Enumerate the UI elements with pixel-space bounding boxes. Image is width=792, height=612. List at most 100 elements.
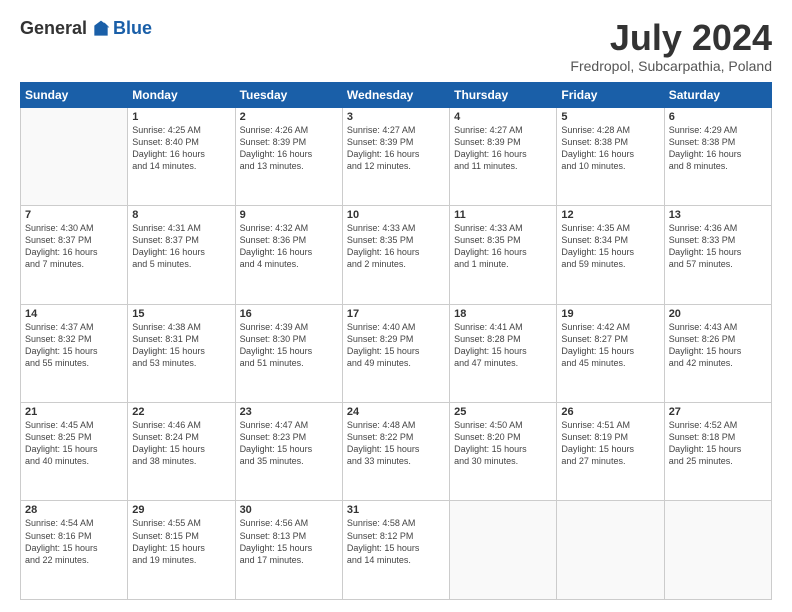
day-info: Sunrise: 4:51 AM Sunset: 8:19 PM Dayligh… [561,419,659,468]
day-number: 27 [669,406,767,418]
day-number: 22 [132,406,230,418]
day-info: Sunrise: 4:41 AM Sunset: 8:28 PM Dayligh… [454,321,552,370]
day-number: 28 [25,504,123,516]
table-row: 16Sunrise: 4:39 AM Sunset: 8:30 PM Dayli… [235,304,342,402]
table-row: 21Sunrise: 4:45 AM Sunset: 8:25 PM Dayli… [21,403,128,501]
day-number: 11 [454,209,552,221]
day-info: Sunrise: 4:27 AM Sunset: 8:39 PM Dayligh… [347,124,445,173]
table-row: 24Sunrise: 4:48 AM Sunset: 8:22 PM Dayli… [342,403,449,501]
day-info: Sunrise: 4:30 AM Sunset: 8:37 PM Dayligh… [25,222,123,271]
table-row: 30Sunrise: 4:56 AM Sunset: 8:13 PM Dayli… [235,501,342,600]
day-info: Sunrise: 4:25 AM Sunset: 8:40 PM Dayligh… [132,124,230,173]
table-row: 13Sunrise: 4:36 AM Sunset: 8:33 PM Dayli… [664,206,771,304]
table-row: 8Sunrise: 4:31 AM Sunset: 8:37 PM Daylig… [128,206,235,304]
table-row: 6Sunrise: 4:29 AM Sunset: 8:38 PM Daylig… [664,107,771,205]
day-info: Sunrise: 4:50 AM Sunset: 8:20 PM Dayligh… [454,419,552,468]
header-wednesday: Wednesday [342,82,449,107]
day-info: Sunrise: 4:29 AM Sunset: 8:38 PM Dayligh… [669,124,767,173]
day-number: 6 [669,111,767,123]
header-sunday: Sunday [21,82,128,107]
header-monday: Monday [128,82,235,107]
table-row: 3Sunrise: 4:27 AM Sunset: 8:39 PM Daylig… [342,107,449,205]
table-row: 28Sunrise: 4:54 AM Sunset: 8:16 PM Dayli… [21,501,128,600]
table-row: 12Sunrise: 4:35 AM Sunset: 8:34 PM Dayli… [557,206,664,304]
day-number: 13 [669,209,767,221]
table-row: 15Sunrise: 4:38 AM Sunset: 8:31 PM Dayli… [128,304,235,402]
day-info: Sunrise: 4:42 AM Sunset: 8:27 PM Dayligh… [561,321,659,370]
day-number: 16 [240,308,338,320]
day-number: 18 [454,308,552,320]
day-info: Sunrise: 4:37 AM Sunset: 8:32 PM Dayligh… [25,321,123,370]
day-info: Sunrise: 4:43 AM Sunset: 8:26 PM Dayligh… [669,321,767,370]
logo-icon [91,19,111,39]
table-row [450,501,557,600]
table-row: 31Sunrise: 4:58 AM Sunset: 8:12 PM Dayli… [342,501,449,600]
table-row [21,107,128,205]
table-row: 1Sunrise: 4:25 AM Sunset: 8:40 PM Daylig… [128,107,235,205]
day-number: 14 [25,308,123,320]
day-number: 25 [454,406,552,418]
table-row: 19Sunrise: 4:42 AM Sunset: 8:27 PM Dayli… [557,304,664,402]
day-info: Sunrise: 4:54 AM Sunset: 8:16 PM Dayligh… [25,517,123,566]
table-row: 7Sunrise: 4:30 AM Sunset: 8:37 PM Daylig… [21,206,128,304]
table-row: 22Sunrise: 4:46 AM Sunset: 8:24 PM Dayli… [128,403,235,501]
table-row: 27Sunrise: 4:52 AM Sunset: 8:18 PM Dayli… [664,403,771,501]
day-number: 19 [561,308,659,320]
day-info: Sunrise: 4:36 AM Sunset: 8:33 PM Dayligh… [669,222,767,271]
day-number: 24 [347,406,445,418]
header: General Blue July 2024 Fredropol, Subcar… [20,18,772,74]
day-info: Sunrise: 4:31 AM Sunset: 8:37 PM Dayligh… [132,222,230,271]
table-row: 14Sunrise: 4:37 AM Sunset: 8:32 PM Dayli… [21,304,128,402]
day-info: Sunrise: 4:38 AM Sunset: 8:31 PM Dayligh… [132,321,230,370]
header-thursday: Thursday [450,82,557,107]
weekday-header-row: Sunday Monday Tuesday Wednesday Thursday… [21,82,772,107]
header-saturday: Saturday [664,82,771,107]
day-info: Sunrise: 4:33 AM Sunset: 8:35 PM Dayligh… [347,222,445,271]
day-number: 15 [132,308,230,320]
day-info: Sunrise: 4:32 AM Sunset: 8:36 PM Dayligh… [240,222,338,271]
day-info: Sunrise: 4:45 AM Sunset: 8:25 PM Dayligh… [25,419,123,468]
day-info: Sunrise: 4:35 AM Sunset: 8:34 PM Dayligh… [561,222,659,271]
title-section: July 2024 Fredropol, Subcarpathia, Polan… [570,18,772,74]
day-number: 29 [132,504,230,516]
day-info: Sunrise: 4:46 AM Sunset: 8:24 PM Dayligh… [132,419,230,468]
month-title: July 2024 [570,18,772,58]
table-row: 18Sunrise: 4:41 AM Sunset: 8:28 PM Dayli… [450,304,557,402]
table-row: 23Sunrise: 4:47 AM Sunset: 8:23 PM Dayli… [235,403,342,501]
day-number: 17 [347,308,445,320]
day-info: Sunrise: 4:39 AM Sunset: 8:30 PM Dayligh… [240,321,338,370]
day-info: Sunrise: 4:40 AM Sunset: 8:29 PM Dayligh… [347,321,445,370]
page: General Blue July 2024 Fredropol, Subcar… [0,0,792,612]
table-row: 10Sunrise: 4:33 AM Sunset: 8:35 PM Dayli… [342,206,449,304]
day-info: Sunrise: 4:33 AM Sunset: 8:35 PM Dayligh… [454,222,552,271]
day-info: Sunrise: 4:27 AM Sunset: 8:39 PM Dayligh… [454,124,552,173]
logo-blue-text: Blue [113,18,152,39]
table-row: 26Sunrise: 4:51 AM Sunset: 8:19 PM Dayli… [557,403,664,501]
table-row: 11Sunrise: 4:33 AM Sunset: 8:35 PM Dayli… [450,206,557,304]
day-info: Sunrise: 4:47 AM Sunset: 8:23 PM Dayligh… [240,419,338,468]
table-row: 4Sunrise: 4:27 AM Sunset: 8:39 PM Daylig… [450,107,557,205]
table-row [664,501,771,600]
table-row: 29Sunrise: 4:55 AM Sunset: 8:15 PM Dayli… [128,501,235,600]
day-number: 26 [561,406,659,418]
day-number: 1 [132,111,230,123]
day-number: 12 [561,209,659,221]
day-number: 10 [347,209,445,221]
day-info: Sunrise: 4:52 AM Sunset: 8:18 PM Dayligh… [669,419,767,468]
calendar-table: Sunday Monday Tuesday Wednesday Thursday… [20,82,772,600]
table-row: 20Sunrise: 4:43 AM Sunset: 8:26 PM Dayli… [664,304,771,402]
header-tuesday: Tuesday [235,82,342,107]
day-number: 21 [25,406,123,418]
table-row: 2Sunrise: 4:26 AM Sunset: 8:39 PM Daylig… [235,107,342,205]
day-number: 8 [132,209,230,221]
day-info: Sunrise: 4:48 AM Sunset: 8:22 PM Dayligh… [347,419,445,468]
day-number: 7 [25,209,123,221]
day-info: Sunrise: 4:55 AM Sunset: 8:15 PM Dayligh… [132,517,230,566]
table-row: 9Sunrise: 4:32 AM Sunset: 8:36 PM Daylig… [235,206,342,304]
day-number: 9 [240,209,338,221]
table-row: 25Sunrise: 4:50 AM Sunset: 8:20 PM Dayli… [450,403,557,501]
table-row: 17Sunrise: 4:40 AM Sunset: 8:29 PM Dayli… [342,304,449,402]
table-row: 5Sunrise: 4:28 AM Sunset: 8:38 PM Daylig… [557,107,664,205]
day-number: 3 [347,111,445,123]
day-number: 5 [561,111,659,123]
